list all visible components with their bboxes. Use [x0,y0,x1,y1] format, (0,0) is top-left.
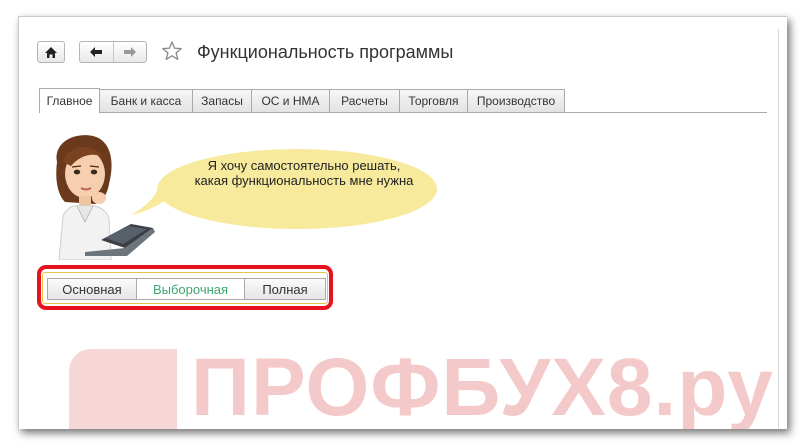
forward-button[interactable] [112,42,147,62]
watermark-text: ПРОФБУХ8.ру [191,342,774,430]
tab-bar-line [39,112,767,113]
navigation-buttons [79,41,147,63]
tab-payroll[interactable]: Расчеты [330,89,400,112]
watermark-logo [69,349,177,429]
mode-selective-button[interactable]: Выборочная [136,278,245,300]
tab-bar: Главное Банк и касса Запасы ОС и НМА Рас… [39,88,767,113]
star-icon[interactable] [161,40,183,62]
home-button[interactable] [37,41,65,63]
page-title: Функциональность программы [197,42,454,62]
speech-line-1: Я хочу самостоятельно решать, [207,158,401,173]
tab-production[interactable]: Производство [468,89,565,112]
speech-line-2: какая функциональность мне нужна [194,173,414,188]
tab-fixed-assets[interactable]: ОС и НМА [252,89,330,112]
tab-bank-cash[interactable]: Банк и касса [100,89,193,112]
mode-full-button[interactable]: Полная [244,278,326,300]
back-button[interactable] [80,42,113,62]
arrow-left-icon [90,47,103,57]
tab-trade[interactable]: Торговля [400,89,468,112]
home-icon [45,46,57,58]
window-edge [778,29,779,429]
tab-main[interactable]: Главное [39,88,100,113]
mode-basic-button[interactable]: Основная [47,278,137,300]
application-window: Функциональность программы Главное Банк … [18,16,787,429]
tab-inventory[interactable]: Запасы [193,89,252,112]
speech-text: Я хочу самостоятельно решать, какая функ… [169,158,439,188]
arrow-right-icon [123,47,136,57]
